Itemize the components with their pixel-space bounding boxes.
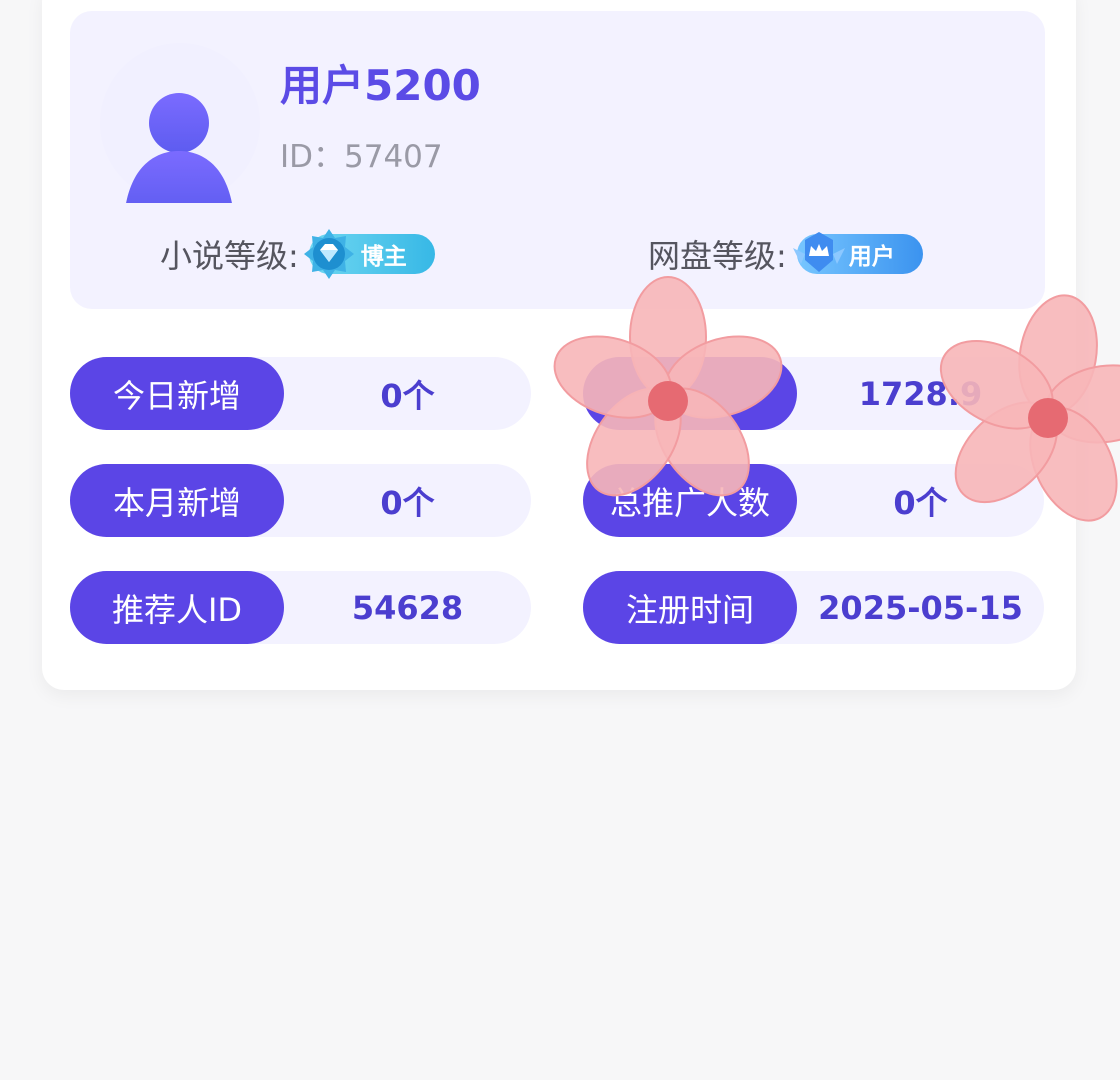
pan-level-badge-text: 用户 — [848, 244, 895, 270]
diamond-badge-icon — [303, 229, 354, 279]
stat-value: 0个 — [380, 376, 435, 415]
stat-value: 54628 — [351, 588, 464, 627]
user-id: ID：57407 — [280, 139, 443, 175]
stat-referrer-id[interactable]: 推荐人ID 54628 — [70, 571, 531, 644]
stat-total-earnings[interactable]: 1728.9 — [583, 357, 1044, 430]
stat-register-time[interactable]: 注册时间 2025-05-15 — [583, 571, 1044, 644]
stat-value: 1728.9 — [858, 374, 983, 413]
stat-month-new[interactable]: 本月新增 0个 — [70, 464, 531, 537]
pan-level-badge: 用户 — [792, 232, 923, 274]
stat-label: 总推广人数 — [583, 464, 797, 537]
pan-level-label: 网盘等级: — [648, 237, 787, 275]
stat-value: 0个 — [380, 483, 435, 522]
stat-value: 0个 — [893, 483, 948, 522]
novel-level-badge-text: 博主 — [360, 244, 407, 270]
username: 用户5200 — [280, 61, 481, 110]
stat-label: 今日新增 — [70, 357, 284, 430]
novel-level-badge: 博主 — [303, 229, 435, 279]
avatar[interactable] — [100, 43, 260, 203]
stat-label: 注册时间 — [583, 571, 797, 644]
stat-label — [583, 357, 797, 430]
user-avatar-icon — [126, 93, 232, 203]
pan-level: 网盘等级: 用户 — [648, 232, 923, 276]
stat-value: 2025-05-15 — [818, 588, 1023, 627]
profile-panel: 用户5200 ID：57407 小说等级: 博主 网盘等级: 用户 — [70, 11, 1045, 309]
novel-level-label: 小说等级: — [160, 237, 299, 275]
stat-today-new[interactable]: 今日新增 0个 — [70, 357, 531, 430]
stat-label: 推荐人ID — [70, 571, 284, 644]
stat-label: 本月新增 — [70, 464, 284, 537]
crown-badge-icon — [792, 232, 845, 272]
novel-level: 小说等级: 博主 — [160, 229, 435, 279]
stat-total-referrals[interactable]: 总推广人数 0个 — [583, 464, 1044, 537]
